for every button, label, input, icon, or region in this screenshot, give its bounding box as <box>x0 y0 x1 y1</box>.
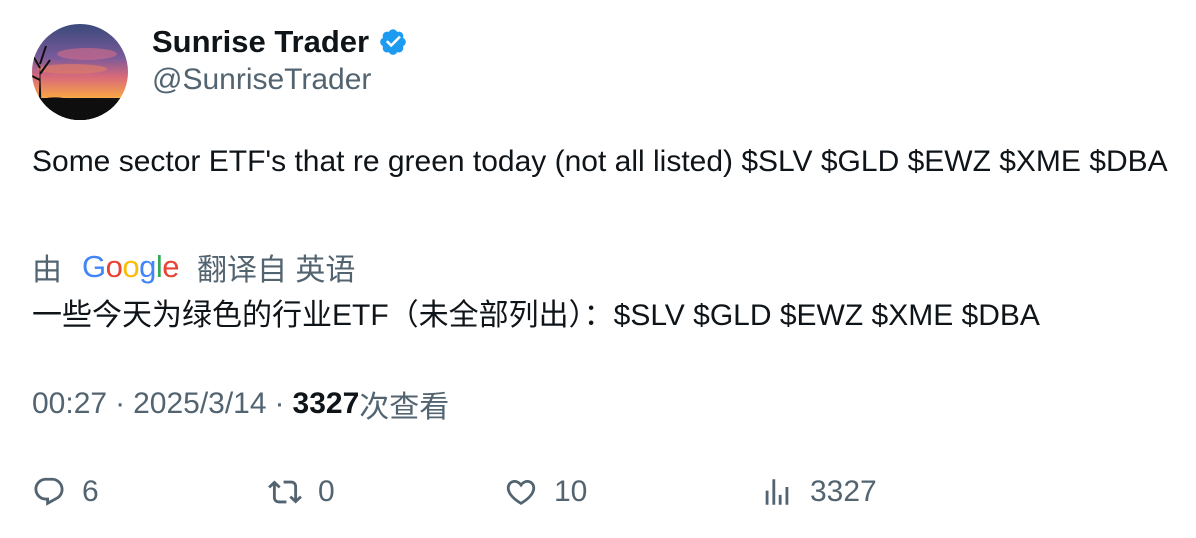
translation-suffix: 翻译自 英语 <box>197 254 356 287</box>
views-button[interactable]: 3327 <box>760 470 877 514</box>
reply-count: 6 <box>82 475 99 508</box>
translation-attribution[interactable]: 由 Google 翻译自 英语 <box>32 247 355 287</box>
translation-prefix: 由 <box>32 254 62 287</box>
tweet-text: Some sector ETF's that re green today (n… <box>32 145 1168 178</box>
like-count: 10 <box>554 475 588 508</box>
google-logo-letter: e <box>162 249 180 284</box>
author-handle[interactable]: @SunriseTrader <box>152 63 371 97</box>
retweet-button[interactable]: 0 <box>268 470 335 514</box>
author-name-row: Sunrise Trader <box>152 22 408 62</box>
views-count: 3327 <box>292 387 360 420</box>
retweet-count: 0 <box>318 475 335 508</box>
tweet-meta: 00:27 · 2025/3/14 · 3327 次查看 <box>32 384 449 424</box>
meta-separator: · <box>274 387 285 420</box>
tweet-time[interactable]: 00:27 <box>32 387 107 421</box>
verified-badge-icon <box>378 27 408 57</box>
meta-separator: · <box>115 387 126 420</box>
google-logo-letter: o <box>105 249 123 284</box>
translated-tweet-text: 一些今天为绿色的行业ETF（未全部列出）：$SLV $GLD $EWZ $XME… <box>32 299 1040 332</box>
views-action-count: 3327 <box>810 475 877 508</box>
reply-button[interactable]: 6 <box>32 470 99 514</box>
google-logo-letter: G <box>82 249 106 284</box>
retweet-icon <box>268 475 302 509</box>
google-logo-letter: g <box>139 249 156 284</box>
views-label: 次查看 <box>359 391 450 424</box>
heart-icon <box>504 475 538 509</box>
display-name[interactable]: Sunrise Trader <box>152 24 369 60</box>
avatar[interactable] <box>32 24 128 120</box>
analytics-icon <box>760 475 794 509</box>
reply-icon <box>32 475 66 509</box>
google-logo: Google <box>82 249 180 285</box>
google-logo-letter: o <box>122 249 140 284</box>
tweet-date[interactable]: 2025/3/14 <box>133 387 266 421</box>
tweet-card: Sunrise Trader @SunriseTrader Some secto… <box>0 0 1196 538</box>
like-button[interactable]: 10 <box>504 470 587 514</box>
